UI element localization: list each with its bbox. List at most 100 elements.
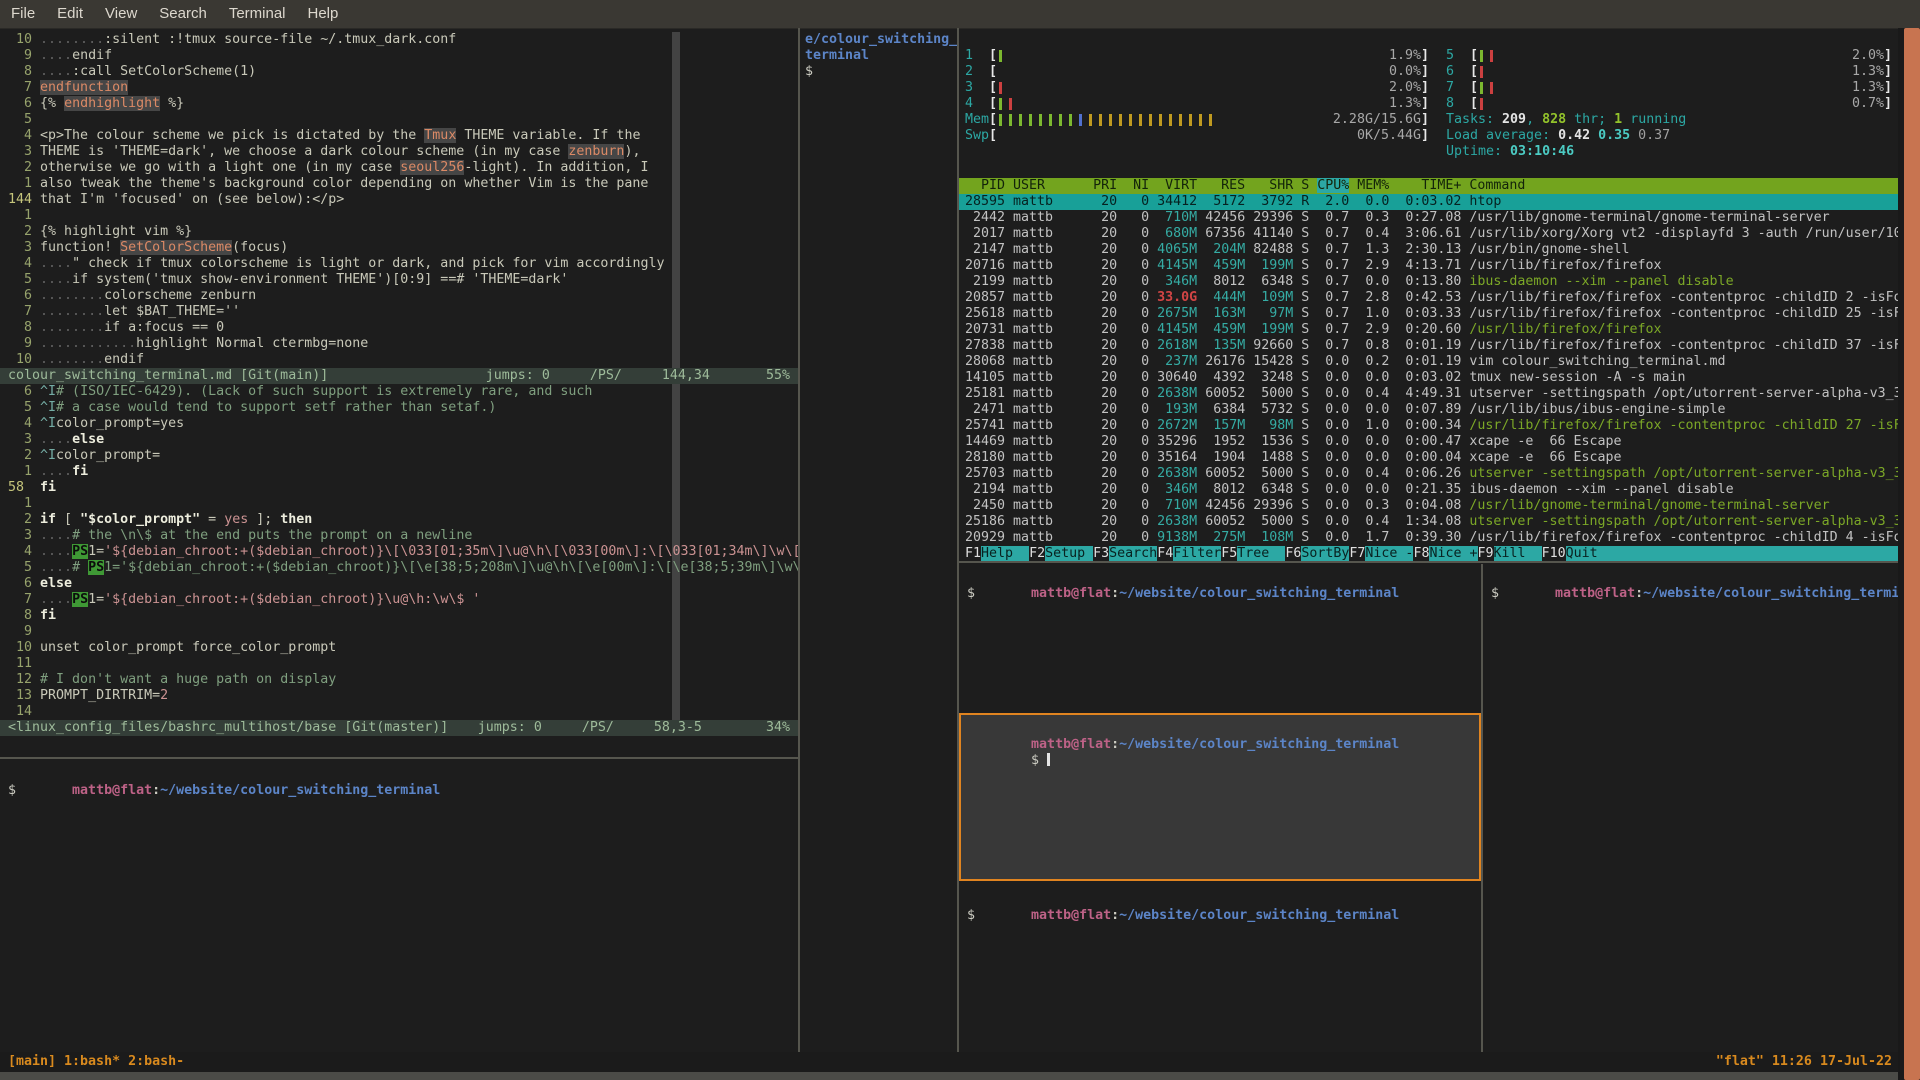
htop-row[interactable]: 20731 mattb 20 0 4145M 459M 199M S 0.7 2… — [957, 322, 1900, 338]
menu-edit[interactable]: Edit — [46, 0, 94, 28]
fkey-label[interactable]: Nice + — [1429, 546, 1478, 561]
bash-pane-middle-top[interactable]: mattb@flat:~/website/colour_switching_te… — [959, 564, 1481, 711]
htop-row[interactable]: 25703 mattb 20 0 2638M 60052 5000 S 0.0 … — [957, 466, 1900, 482]
fkey-f3[interactable]: F3 — [1093, 546, 1109, 561]
prompt-dollar: $ — [1491, 586, 1500, 601]
menu-view[interactable]: View — [94, 0, 148, 28]
vim-line: 6 {% endhighlight %} — [8, 96, 185, 111]
fkey-f6[interactable]: F6 — [1285, 546, 1301, 561]
htop-row[interactable]: 2442 mattb 20 0 710M 42456 29396 S 0.7 0… — [957, 210, 1900, 226]
meter-tick — [1009, 114, 1013, 126]
fkey-label[interactable]: Kill — [1493, 546, 1542, 561]
menu-terminal[interactable]: Terminal — [218, 0, 297, 28]
htop-row[interactable]: 25186 mattb 20 0 2638M 60052 5000 S 0.0 … — [957, 514, 1900, 530]
tmux-window-list[interactable]: [main] 1:bash* 2:bash- — [8, 1052, 184, 1072]
meter-tick — [1169, 114, 1173, 126]
bash-pane-active[interactable]: mattb@flat:~/website/colour_switching_te… — [959, 713, 1481, 881]
fkey-f9[interactable]: F9 — [1478, 546, 1494, 561]
vim-line: 8 ....:call SetColorScheme(1) — [8, 64, 257, 79]
fkey-f5[interactable]: F5 — [1221, 546, 1237, 561]
fkey-label[interactable]: Nice - — [1365, 546, 1414, 561]
vim-line: 4 <p>The colour scheme we pick is dictat… — [8, 128, 641, 143]
fkey-label[interactable]: SortBy — [1301, 546, 1350, 561]
vim-pane[interactable]: 10 ........:silent :!tmux source-file ~/… — [0, 28, 798, 757]
htop-pane[interactable]: 1[1.9%] 2[0.0%] 3[2.0%] 4[1.3%] 5[2.0%] 6[1.3… — [957, 28, 1900, 561]
vim-line: 5 ^I# a case would tend to support setf … — [8, 400, 497, 415]
fkey-f10[interactable]: F10 — [1542, 546, 1566, 561]
menu-help[interactable]: Help — [297, 0, 350, 28]
htop-row[interactable]: 28180 mattb 20 0 35164 1904 1488 S 0.0 0… — [957, 450, 1900, 466]
fkey-label[interactable]: Search — [1109, 546, 1158, 561]
htop-meter: 1[1.9%] — [965, 48, 1429, 63]
htop-row[interactable]: 20929 mattb 20 0 9138M 275M 108M S 0.0 1… — [957, 530, 1900, 546]
prompt-colon: : — [152, 783, 161, 798]
prompt-path: ~/website/colour_switching_terminal — [1119, 908, 1400, 923]
tmux-session: 10 ........:silent :!tmux source-file ~/… — [0, 28, 1920, 1052]
htop-row[interactable]: 27838 mattb 20 0 2618M 135M 92660 S 0.7 … — [957, 338, 1900, 354]
htop-row[interactable]: 2450 mattb 20 0 710M 42456 29396 S 0.0 0… — [957, 498, 1900, 514]
vim-line: 1 — [8, 208, 41, 223]
htop-table-header[interactable]: PID USER PRI NI VIRT RES SHR S CPU% MEM%… — [957, 178, 1900, 194]
bash-pane-right[interactable]: mattb@flat:~/website/colour_switching_te… — [1483, 564, 1900, 1052]
meter-tick — [1079, 114, 1083, 126]
vim-line: 3 THEME is 'THEME=dark', we choose a dar… — [8, 144, 641, 159]
prompt-user-host: mattb@flat — [72, 783, 153, 798]
htop-row[interactable]: 28068 mattb 20 0 237M 26176 15428 S 0.0 … — [957, 354, 1900, 370]
meter-tick — [1129, 114, 1133, 126]
bash-pane-bottom-left[interactable]: mattb@flat:~/website/colour_switching_te… — [0, 759, 798, 1052]
meter-tick — [999, 50, 1003, 62]
text-cursor — [1047, 753, 1051, 766]
scrollbar-thumb[interactable] — [1904, 28, 1920, 1080]
vim-statusline-markdown: colour_switching_terminal.md [Git(main)]… — [0, 368, 798, 384]
vim-line: 7 endfunction — [8, 80, 129, 95]
htop-row-selected[interactable]: 28595 mattb 20 0 34412 5172 3792 R 2.0 0… — [957, 194, 1900, 210]
htop-meter: Swp[0K/5.44G] — [965, 128, 1429, 143]
fkey-label[interactable]: Quit — [1565, 546, 1598, 561]
meter-tick — [1009, 98, 1013, 110]
pane-border-horizontal[interactable] — [957, 561, 1900, 563]
vim-line: 10 ........endif — [8, 352, 145, 367]
htop-row[interactable]: 2471 mattb 20 0 193M 6384 5732 S 0.0 0.0… — [957, 402, 1900, 418]
vim-line: 4 ^Icolor_prompt=yes — [8, 416, 185, 431]
fkey-f2[interactable]: F2 — [1029, 546, 1045, 561]
htop-row[interactable]: 2199 mattb 20 0 346M 8012 6348 S 0.7 0.0… — [957, 274, 1900, 290]
vim-line: 9 ....endif — [8, 48, 113, 63]
vim-line: 7 ........let $BAT_THEME='' — [8, 304, 241, 319]
menu-file[interactable]: File — [0, 0, 46, 28]
htop-row[interactable]: 2194 mattb 20 0 346M 8012 6348 S 0.0 0.0… — [957, 482, 1900, 498]
meter-tick — [1480, 98, 1484, 110]
menu-search[interactable]: Search — [148, 0, 218, 28]
pane-border-vertical[interactable] — [1481, 564, 1483, 1052]
meter-tick — [1139, 114, 1143, 126]
htop-meter: 7[1.3%] — [1446, 80, 1892, 95]
vim-line: 8 fi — [8, 608, 57, 623]
fkey-label[interactable]: Filter — [1173, 546, 1222, 561]
bash-pane-middle-bottom[interactable]: mattb@flat:~/website/colour_switching_te… — [959, 884, 1481, 1052]
pane-border-vertical[interactable] — [798, 28, 800, 1052]
vim-window-bashrc: 6 ^I# (ISO/IEC-6429). (Lack of such supp… — [8, 384, 798, 720]
htop-row[interactable]: 20716 mattb 20 0 4145M 459M 199M S 0.7 2… — [957, 258, 1900, 274]
htop-row[interactable]: 20857 mattb 20 0 33.0G 444M 109M S 0.7 2… — [957, 290, 1900, 306]
htop-function-bar: F1 Help F2 Setup F3 Search F4 Filter F5 Tree F6… — [957, 546, 1900, 561]
fkey-f7[interactable]: F7 — [1349, 546, 1365, 561]
htop-row[interactable]: 14105 mattb 20 0 30640 4392 3248 S 0.0 0… — [957, 370, 1900, 386]
fkey-label[interactable]: Setup — [1045, 546, 1094, 561]
pane-border-horizontal[interactable] — [0, 757, 798, 759]
prompt-colon: : — [1111, 737, 1120, 752]
htop-row[interactable]: 25618 mattb 20 0 2675M 163M 97M S 0.7 1.… — [957, 306, 1900, 322]
htop-row[interactable]: 25741 mattb 20 0 2672M 157M 98M S 0.0 1.… — [957, 418, 1900, 434]
fbar-fill — [1597, 546, 1900, 561]
htop-row[interactable]: 2147 mattb 20 0 4065M 204M 82488 S 0.7 1… — [957, 242, 1900, 258]
fkey-f1[interactable]: F1 — [965, 546, 981, 561]
fkey-f4[interactable]: F4 — [1157, 546, 1173, 561]
fkey-f8[interactable]: F8 — [1413, 546, 1429, 561]
fkey-label[interactable]: Help — [981, 546, 1030, 561]
vim-line: 1 ....fi — [8, 464, 89, 479]
bash-pane-narrow[interactable]: e/colour_switching_ terminal $ — [800, 28, 957, 1052]
vim-statusline-position: jumps: 0 /PS/ 58,3-5 34% — [477, 720, 790, 735]
htop-row[interactable]: 25181 mattb 20 0 2638M 60052 5000 S 0.0 … — [957, 386, 1900, 402]
pane-border-vertical[interactable] — [957, 28, 959, 1052]
htop-row[interactable]: 14469 mattb 20 0 35296 1952 1536 S 0.0 0… — [957, 434, 1900, 450]
fkey-label[interactable]: Tree — [1237, 546, 1286, 561]
htop-row[interactable]: 2017 mattb 20 0 680M 67356 41140 S 0.7 0… — [957, 226, 1900, 242]
